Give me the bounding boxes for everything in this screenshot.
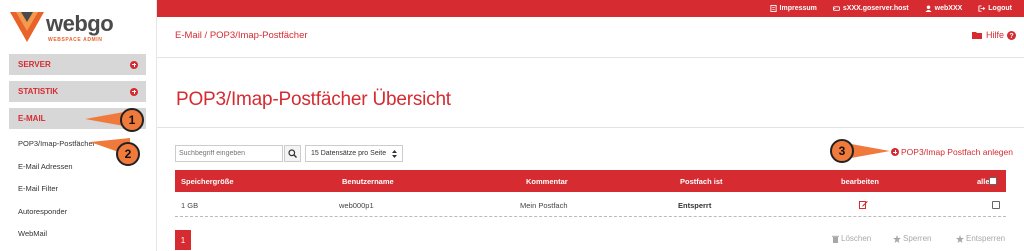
sidebar-item-email-adressen[interactable]: E-Mail Adressen	[18, 162, 73, 171]
create-mailbox-link[interactable]: POP3/Imap Postfach anlegen	[891, 147, 1013, 157]
help-link[interactable]: Hilfe ?	[971, 30, 1016, 40]
topbar-link-user[interactable]: webXXX	[925, 5, 963, 12]
lock-action[interactable]: Sperren	[893, 234, 931, 243]
user-icon	[925, 5, 932, 12]
sidebar-section-label: SERVER	[18, 60, 51, 69]
folder-open-icon	[971, 31, 982, 39]
topbar-link-label: Logout	[988, 5, 1012, 12]
star-icon	[893, 234, 901, 243]
row-checkbox[interactable]	[992, 201, 1000, 209]
sidebar-item-pop3-imap[interactable]: POP3/Imap-Postfächer	[18, 139, 95, 148]
delete-action[interactable]: Löschen	[832, 234, 871, 243]
cell-comment: Mein Postfach	[520, 201, 568, 210]
unlock-label: Entsperren	[966, 234, 1006, 243]
logo-subtitle: WEBSPACE ADMIN	[48, 37, 103, 43]
header-divider	[157, 57, 1024, 58]
logout-icon	[978, 5, 986, 12]
column-header-username[interactable]: Benutzername	[342, 177, 394, 186]
table-row: 1 GB web000p1 Mein Postfach Entsperrt	[175, 192, 1006, 217]
document-icon	[769, 5, 777, 12]
trash-icon	[832, 235, 839, 243]
search-button[interactable]	[284, 145, 301, 162]
search-input[interactable]	[175, 145, 283, 162]
lock-label: Sperren	[903, 234, 932, 243]
star-icon	[956, 234, 964, 243]
callout-1-badge: 1	[120, 108, 144, 132]
search-icon	[288, 149, 297, 158]
table-header: Speichergröße Benutzername Kommentar Pos…	[175, 170, 1006, 192]
unlock-action[interactable]: Entsperren	[956, 234, 1005, 243]
topbar-link-server[interactable]: sXXX.goserver.host	[832, 5, 909, 12]
sidebar-section-label: STATISTIK	[18, 87, 59, 96]
topbar-link-label: webXXX	[934, 5, 963, 12]
column-header-edit: bearbeiten	[841, 177, 879, 186]
plus-circle-icon	[891, 148, 899, 156]
column-header-size[interactable]: Speichergröße	[181, 177, 234, 186]
sidebar-section-statistik[interactable]: STATISTIK	[9, 81, 146, 102]
pagination-page[interactable]: 1	[175, 230, 191, 250]
logo-brand: webgo	[46, 11, 114, 36]
cell-state: Entsperrt	[678, 201, 712, 210]
create-mailbox-label: POP3/Imap Postfach anlegen	[901, 147, 1013, 157]
select-all-checkbox[interactable]	[989, 177, 997, 185]
page-title: POP3/Imap-Postfächer Übersicht	[176, 89, 451, 110]
sidebar-item-webmail[interactable]: WebMail	[18, 229, 47, 238]
callout-2-badge: 2	[116, 142, 140, 166]
webspace-admin-app: webgo WEBSPACE ADMIN SERVER STATISTIK E-…	[0, 0, 1024, 251]
cell-size: 1 GB	[181, 201, 199, 210]
webgo-logo[interactable]: webgo WEBSPACE ADMIN	[10, 10, 120, 44]
topbar-link-impressum[interactable]: Impressum	[769, 5, 817, 12]
svg-text:?: ?	[1009, 33, 1013, 40]
topbar-link-label: sXXX.goserver.host	[842, 5, 909, 12]
top-bar: Impressum sXXX.goserver.host webXXX Logo…	[157, 0, 1024, 17]
column-header-state[interactable]: Postfach ist	[680, 177, 723, 186]
sort-updown-icon	[392, 149, 397, 158]
column-header-all: alle	[977, 177, 990, 186]
question-circle-icon: ?	[1007, 30, 1016, 40]
edit-icon[interactable]	[859, 200, 868, 209]
title-divider	[157, 127, 1024, 128]
column-header-comment[interactable]: Kommentar	[526, 177, 568, 186]
topbar-link-logout[interactable]: Logout	[978, 5, 1012, 12]
expand-plus-icon	[130, 87, 138, 96]
delete-label: Löschen	[841, 234, 872, 243]
sidebar-section-label: E-MAIL	[18, 114, 46, 123]
breadcrumb[interactable]: E-Mail / POP3/Imap-Postfächer	[175, 30, 308, 41]
topbar-link-label: Impressum	[779, 5, 817, 12]
webgo-logo-mark-icon	[10, 12, 44, 42]
sidebar-item-email-filter[interactable]: E-Mail Filter	[18, 184, 58, 193]
cell-username: web000p1	[339, 201, 374, 210]
expand-plus-icon	[130, 60, 138, 69]
sidebar-item-autoresponder[interactable]: Autoresponder	[18, 207, 67, 216]
callout-3-badge: 3	[830, 139, 854, 163]
per-page-select[interactable]: 15 Datensätze pro Seite	[305, 145, 403, 162]
server-icon	[832, 6, 840, 11]
sidebar-section-server[interactable]: SERVER	[9, 54, 146, 75]
per-page-value: 15 Datensätze pro Seite	[311, 150, 387, 157]
help-label: Hilfe	[985, 30, 1004, 40]
